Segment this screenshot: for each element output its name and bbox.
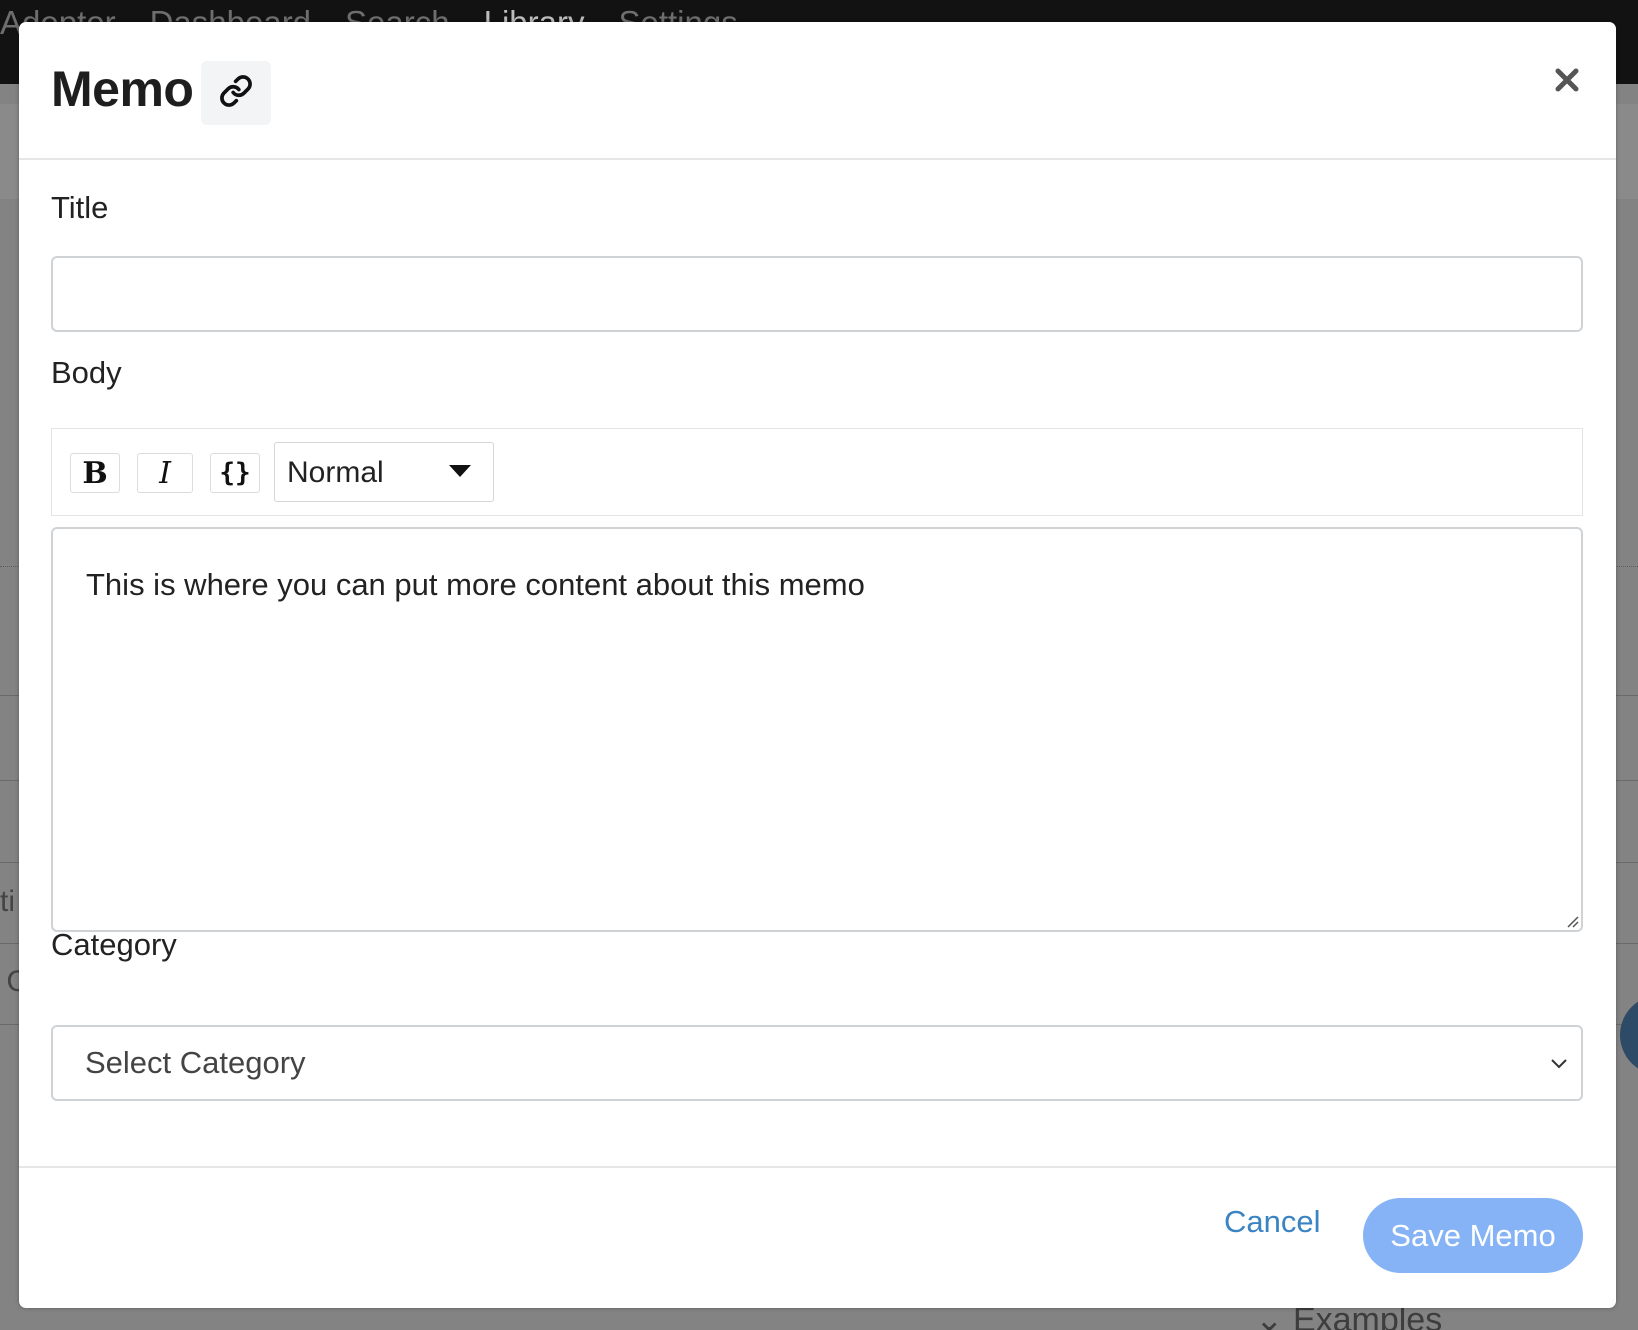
text-format-value: Normal: [287, 456, 384, 489]
caret-down-icon: [449, 465, 471, 477]
close-icon[interactable]: [1547, 60, 1587, 100]
editor-toolbar: B I {} Normal: [51, 428, 1583, 516]
title-input[interactable]: [51, 256, 1583, 332]
link-icon: [219, 74, 253, 113]
resize-handle-icon[interactable]: [1565, 914, 1579, 928]
category-select[interactable]: Select Category: [51, 1025, 1583, 1101]
modal-title: Memo: [51, 61, 194, 117]
modal-footer: Cancel Save Memo: [19, 1166, 1616, 1308]
category-select-value: Select Category: [85, 1045, 306, 1080]
save-memo-button[interactable]: Save Memo: [1363, 1198, 1583, 1273]
italic-button[interactable]: I: [137, 453, 193, 493]
code-block-button[interactable]: {}: [210, 453, 260, 493]
background-text-fragment: ti: [0, 885, 15, 918]
title-label: Title: [51, 190, 109, 225]
text-format-dropdown[interactable]: Normal: [274, 442, 494, 502]
copy-link-button[interactable]: [201, 61, 271, 125]
cancel-button[interactable]: Cancel: [1224, 1204, 1321, 1240]
body-label: Body: [51, 355, 122, 390]
chevron-down-icon: [1551, 1059, 1567, 1069]
body-text: This is where you can put more content a…: [86, 567, 865, 602]
modal-header: Memo: [19, 22, 1616, 160]
category-label: Category: [51, 927, 177, 962]
memo-modal: Memo Title Body B I {} Normal This is wh…: [19, 22, 1616, 1308]
body-editor[interactable]: This is where you can put more content a…: [51, 527, 1583, 932]
bold-button[interactable]: B: [70, 453, 120, 493]
